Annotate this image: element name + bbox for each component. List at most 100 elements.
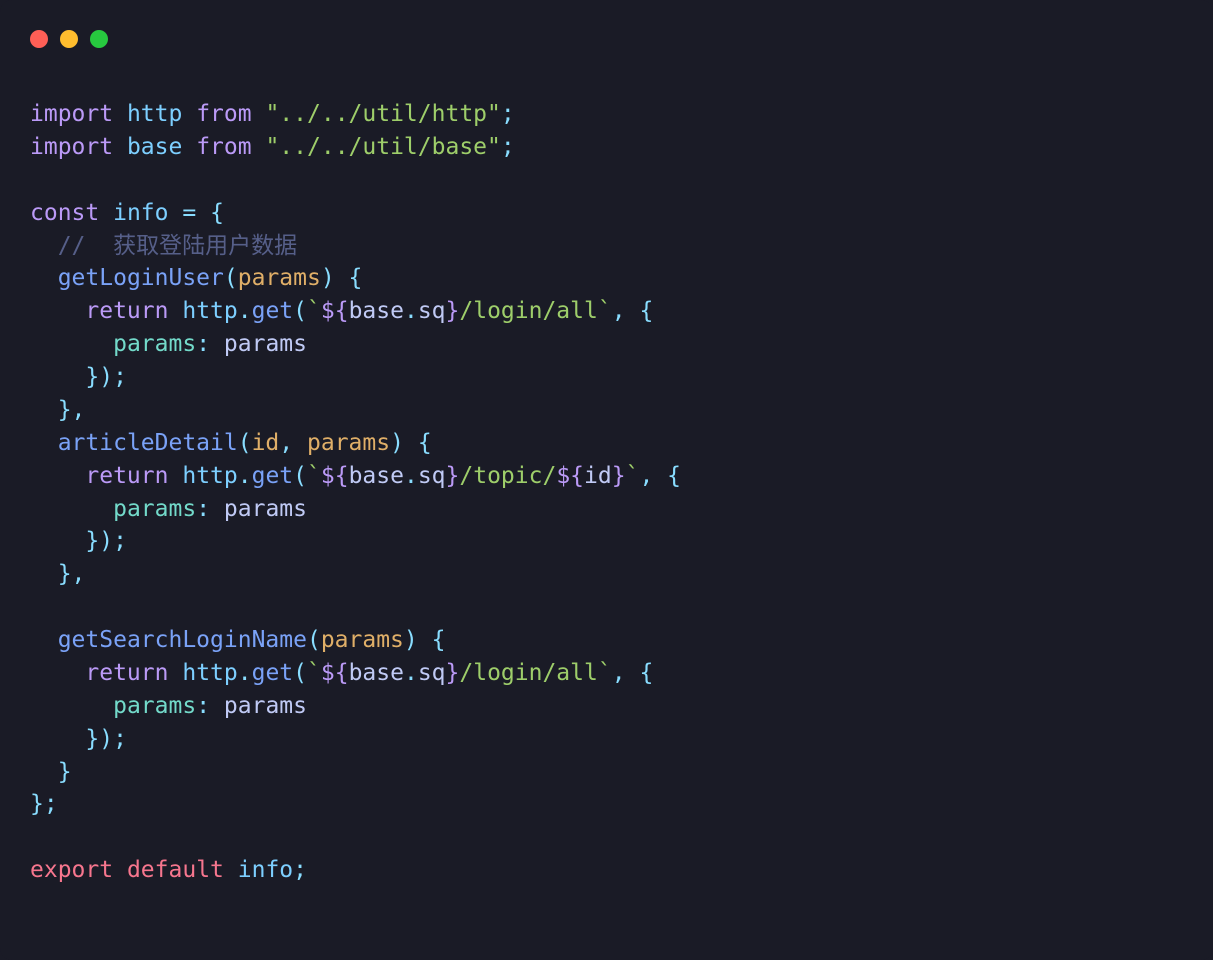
- property: sq: [418, 660, 446, 686]
- code-line: params: params: [30, 693, 307, 719]
- identifier: id: [584, 463, 612, 489]
- paren: ): [390, 430, 404, 456]
- code-line: getLoginUser(params) {: [30, 265, 362, 291]
- code-area[interactable]: import http from "../../util/http"; impo…: [0, 48, 1213, 917]
- method-call: get: [252, 660, 294, 686]
- template-open: ${: [556, 463, 584, 489]
- backtick: `: [626, 463, 640, 489]
- property-key: params: [113, 496, 196, 522]
- paren: (: [293, 660, 307, 686]
- parameter: params: [238, 265, 321, 291]
- template-open: ${: [321, 298, 349, 324]
- code-line: params: params: [30, 331, 307, 357]
- dot: .: [238, 298, 252, 324]
- minimize-button[interactable]: [60, 30, 78, 48]
- identifier: params: [224, 331, 307, 357]
- dot: .: [238, 463, 252, 489]
- keyword-import: import: [30, 134, 113, 160]
- template-string: /topic/: [459, 463, 556, 489]
- paren: (: [238, 430, 252, 456]
- backtick: `: [598, 660, 612, 686]
- parameter: params: [307, 430, 390, 456]
- property-key: params: [113, 331, 196, 357]
- brace: }: [58, 759, 72, 785]
- dot: .: [404, 298, 418, 324]
- keyword-return: return: [85, 298, 168, 324]
- comma: ,: [639, 463, 653, 489]
- punctuation: ;: [501, 134, 515, 160]
- string-literal: "../../util/http": [265, 101, 500, 127]
- maximize-button[interactable]: [90, 30, 108, 48]
- property: sq: [418, 298, 446, 324]
- code-line: return http.get(`${base.sq}/login/all`, …: [30, 298, 653, 324]
- property: sq: [418, 463, 446, 489]
- code-line: return http.get(`${base.sq}/login/all`, …: [30, 660, 653, 686]
- comma: ,: [612, 660, 626, 686]
- punctuation: },: [58, 561, 86, 587]
- identifier: base: [349, 660, 404, 686]
- method-name: articleDetail: [58, 430, 238, 456]
- template-string: /login/all: [459, 298, 597, 324]
- keyword-from: from: [196, 134, 251, 160]
- code-line: });: [30, 726, 127, 752]
- code-line: };: [30, 791, 58, 817]
- identifier: http: [182, 463, 237, 489]
- paren: ): [404, 627, 418, 653]
- keyword-return: return: [85, 660, 168, 686]
- comma: ,: [612, 298, 626, 324]
- punctuation: });: [85, 726, 127, 752]
- close-button[interactable]: [30, 30, 48, 48]
- keyword-const: const: [30, 200, 99, 226]
- template-open: ${: [321, 660, 349, 686]
- backtick: `: [307, 660, 321, 686]
- colon: :: [196, 693, 210, 719]
- method-name: getSearchLoginName: [58, 627, 307, 653]
- template-close: }: [446, 463, 460, 489]
- brace: {: [432, 627, 446, 653]
- identifier: base: [127, 134, 182, 160]
- method-call: get: [252, 298, 294, 324]
- brace: {: [210, 200, 224, 226]
- identifier: info: [113, 200, 168, 226]
- paren: (: [293, 298, 307, 324]
- punctuation: ;: [501, 101, 515, 127]
- colon: :: [196, 331, 210, 357]
- brace: {: [349, 265, 363, 291]
- code-line: });: [30, 364, 127, 390]
- keyword-return: return: [85, 463, 168, 489]
- identifier: http: [127, 101, 182, 127]
- backtick: `: [307, 463, 321, 489]
- code-line: articleDetail(id, params) {: [30, 430, 432, 456]
- parameter: id: [252, 430, 280, 456]
- punctuation: });: [85, 364, 127, 390]
- identifier: base: [349, 463, 404, 489]
- code-line: const info = {: [30, 200, 224, 226]
- identifier: base: [349, 298, 404, 324]
- method-name: getLoginUser: [58, 265, 224, 291]
- punctuation: };: [30, 791, 58, 817]
- paren: (: [307, 627, 321, 653]
- identifier: params: [224, 693, 307, 719]
- template-string: /login/all: [459, 660, 597, 686]
- brace: {: [667, 463, 681, 489]
- parameter: params: [321, 627, 404, 653]
- brace: {: [639, 298, 653, 324]
- code-editor-window: import http from "../../util/http"; impo…: [0, 0, 1213, 960]
- operator: =: [182, 200, 196, 226]
- template-close: }: [446, 298, 460, 324]
- paren: ): [321, 265, 335, 291]
- dot: .: [404, 463, 418, 489]
- code-line: params: params: [30, 496, 307, 522]
- paren: (: [224, 265, 238, 291]
- paren: (: [293, 463, 307, 489]
- punctuation: },: [58, 397, 86, 423]
- string-literal: "../../util/base": [265, 134, 500, 160]
- code-line: },: [30, 561, 85, 587]
- comma: ,: [279, 430, 293, 456]
- method-call: get: [252, 463, 294, 489]
- window-titlebar: [0, 0, 1213, 48]
- colon: :: [196, 496, 210, 522]
- code-line: getSearchLoginName(params) {: [30, 627, 445, 653]
- template-close: }: [446, 660, 460, 686]
- identifier: info: [238, 857, 293, 883]
